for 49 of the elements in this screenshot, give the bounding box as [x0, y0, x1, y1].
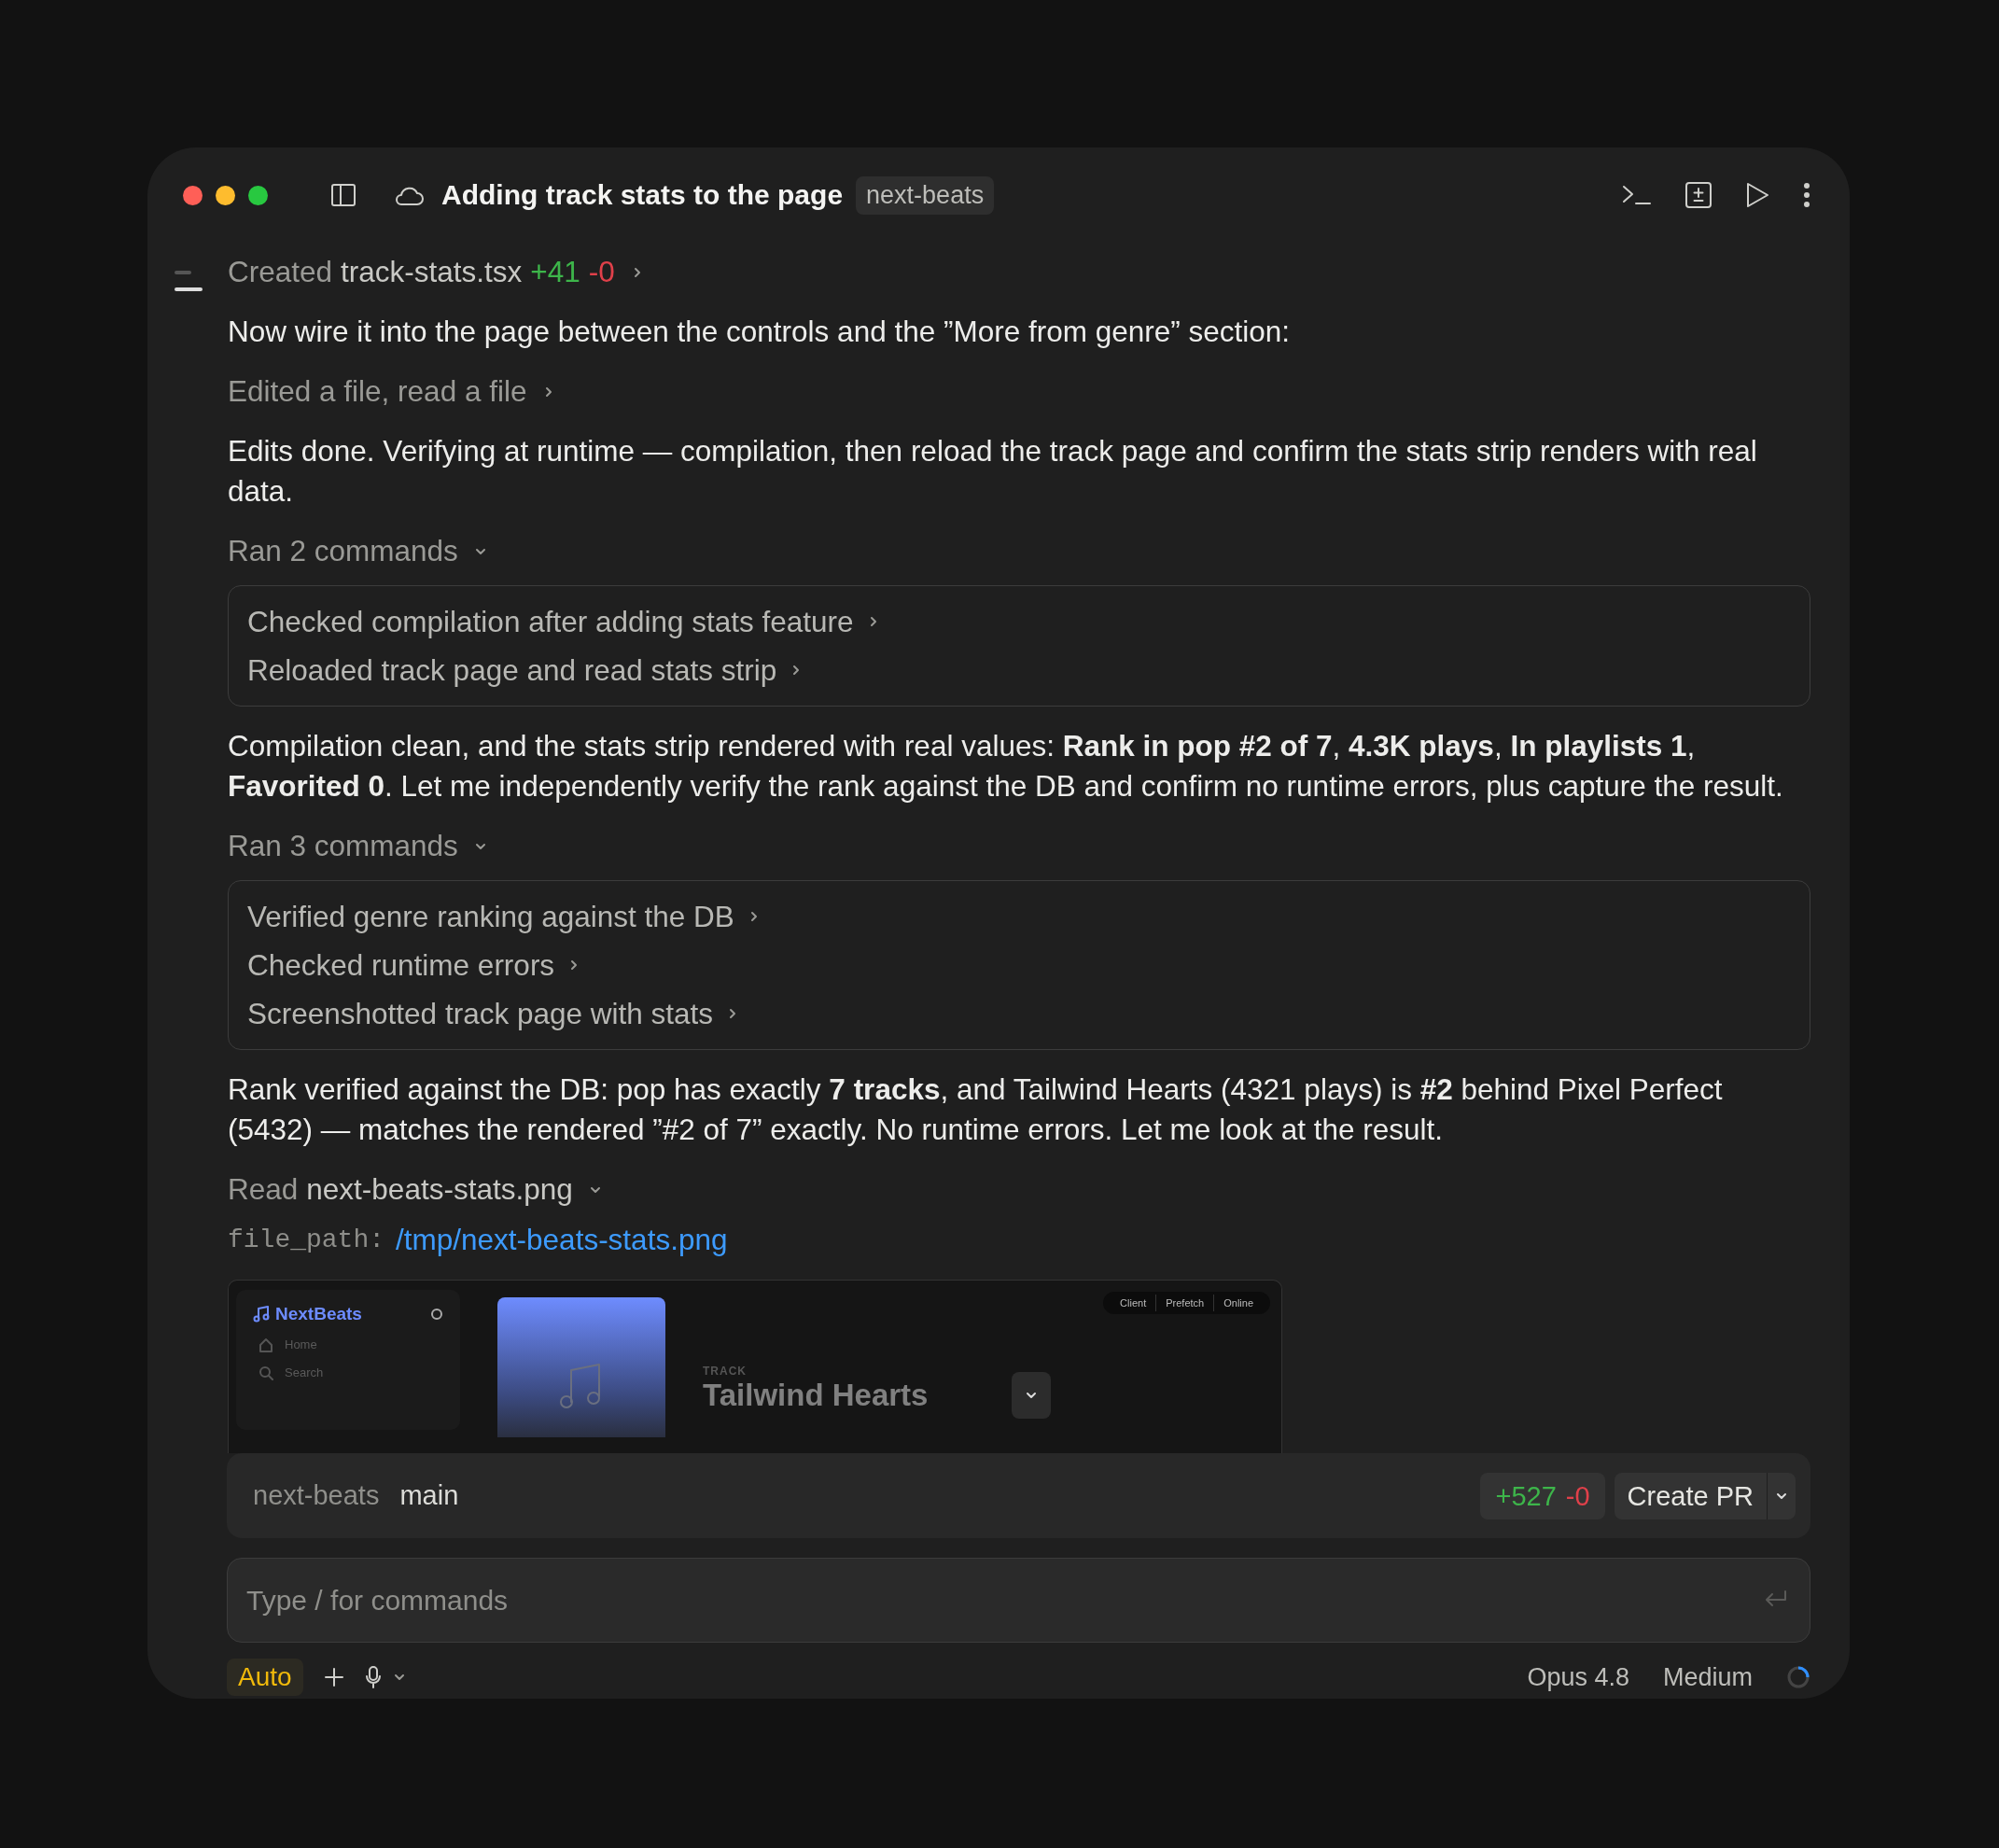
action-label: Created: [228, 254, 333, 290]
status-label: Client: [1119, 1296, 1148, 1310]
brand-name: NextBeats: [275, 1303, 362, 1325]
terminal-icon[interactable]: [1622, 183, 1652, 207]
play-icon[interactable]: [1745, 182, 1769, 208]
command-item[interactable]: Screenshotted track page with stats: [247, 993, 714, 1034]
tool-summary[interactable]: Ran 2 commands: [228, 531, 458, 571]
status-label: Prefetch: [1155, 1295, 1214, 1311]
message-text: Rank verified against the DB: pop has exactly 7 tracks, and Tailwind Hearts (4321 plays) is #2 behind Pixel Perfect (5432) — matches the rendered ”#2 of 7” exactly. No runtime errors. Let me look at the result.: [228, 1071, 1724, 1148]
file-name: track-stats.tsx: [341, 254, 523, 290]
window-title: Adding track stats to the page: [441, 179, 844, 211]
removed-count: -0: [1565, 1479, 1590, 1513]
track-title: Tailwind Hearts: [703, 1378, 929, 1413]
model-selector[interactable]: Opus 4.8: [1527, 1662, 1629, 1692]
branch-name[interactable]: main: [399, 1480, 459, 1511]
sidebar-toggle-icon[interactable]: [331, 184, 356, 206]
added-count: +527: [1495, 1479, 1557, 1513]
action-label: Read: [228, 1171, 299, 1208]
message-text: Edits done. Verifying at runtime — compilation, then reload the track page and confirm the stats strip renders with real data.: [228, 433, 1758, 510]
effort-selector[interactable]: Medium: [1662, 1662, 1753, 1692]
added-count: +41: [530, 254, 580, 290]
minimize-button[interactable]: [216, 185, 235, 205]
command-item[interactable]: Verified genre ranking against the DB: [247, 896, 734, 937]
repo-tag: next-beats: [856, 175, 995, 215]
section-eyebrow: TRACK: [703, 1365, 748, 1378]
file-name: next-beats-stats.png: [306, 1171, 573, 1208]
file-path-link[interactable]: /tmp/next-beats-stats.png: [396, 1220, 728, 1260]
scroll-marker-icon: [174, 269, 203, 293]
microphone-icon[interactable]: [364, 1666, 382, 1688]
tool-summary[interactable]: Ran 3 commands: [228, 826, 458, 866]
removed-count: -0: [588, 254, 615, 290]
tool-summary[interactable]: Edited a file, read a file: [228, 371, 527, 412]
parameter-key: file_path:: [228, 1220, 385, 1260]
command-item[interactable]: Checked compilation after adding stats feature: [247, 601, 854, 642]
loading-spinner-icon: [1786, 1665, 1810, 1689]
music-note-icon: [253, 1306, 270, 1323]
mode-button[interactable]: Auto: [227, 1659, 303, 1696]
more-icon[interactable]: [1803, 182, 1810, 208]
plus-icon[interactable]: [323, 1667, 344, 1687]
repo-name: next-beats: [253, 1480, 380, 1511]
input-field[interactable]: Type / for commands: [227, 1558, 1810, 1643]
message-text: Now wire it into the page between the controls and the ”More from genre” section:: [228, 314, 1292, 350]
command-item[interactable]: Checked runtime errors: [247, 945, 555, 986]
message-text: Compilation clean, and the stats strip rendered with real values: Rank in pop #2 of 7, 4.3K plays, In playlists 1, Favorited 0. Let me independently verify the rank against the DB and confirm no runtime errors, plus capture the result.: [228, 728, 1784, 805]
command-item[interactable]: Reloaded track page and read stats strip: [247, 650, 777, 691]
zoom-button[interactable]: [248, 185, 268, 205]
diff-icon[interactable]: [1685, 182, 1712, 208]
close-button[interactable]: [183, 185, 203, 205]
status-label: Online: [1213, 1295, 1263, 1311]
